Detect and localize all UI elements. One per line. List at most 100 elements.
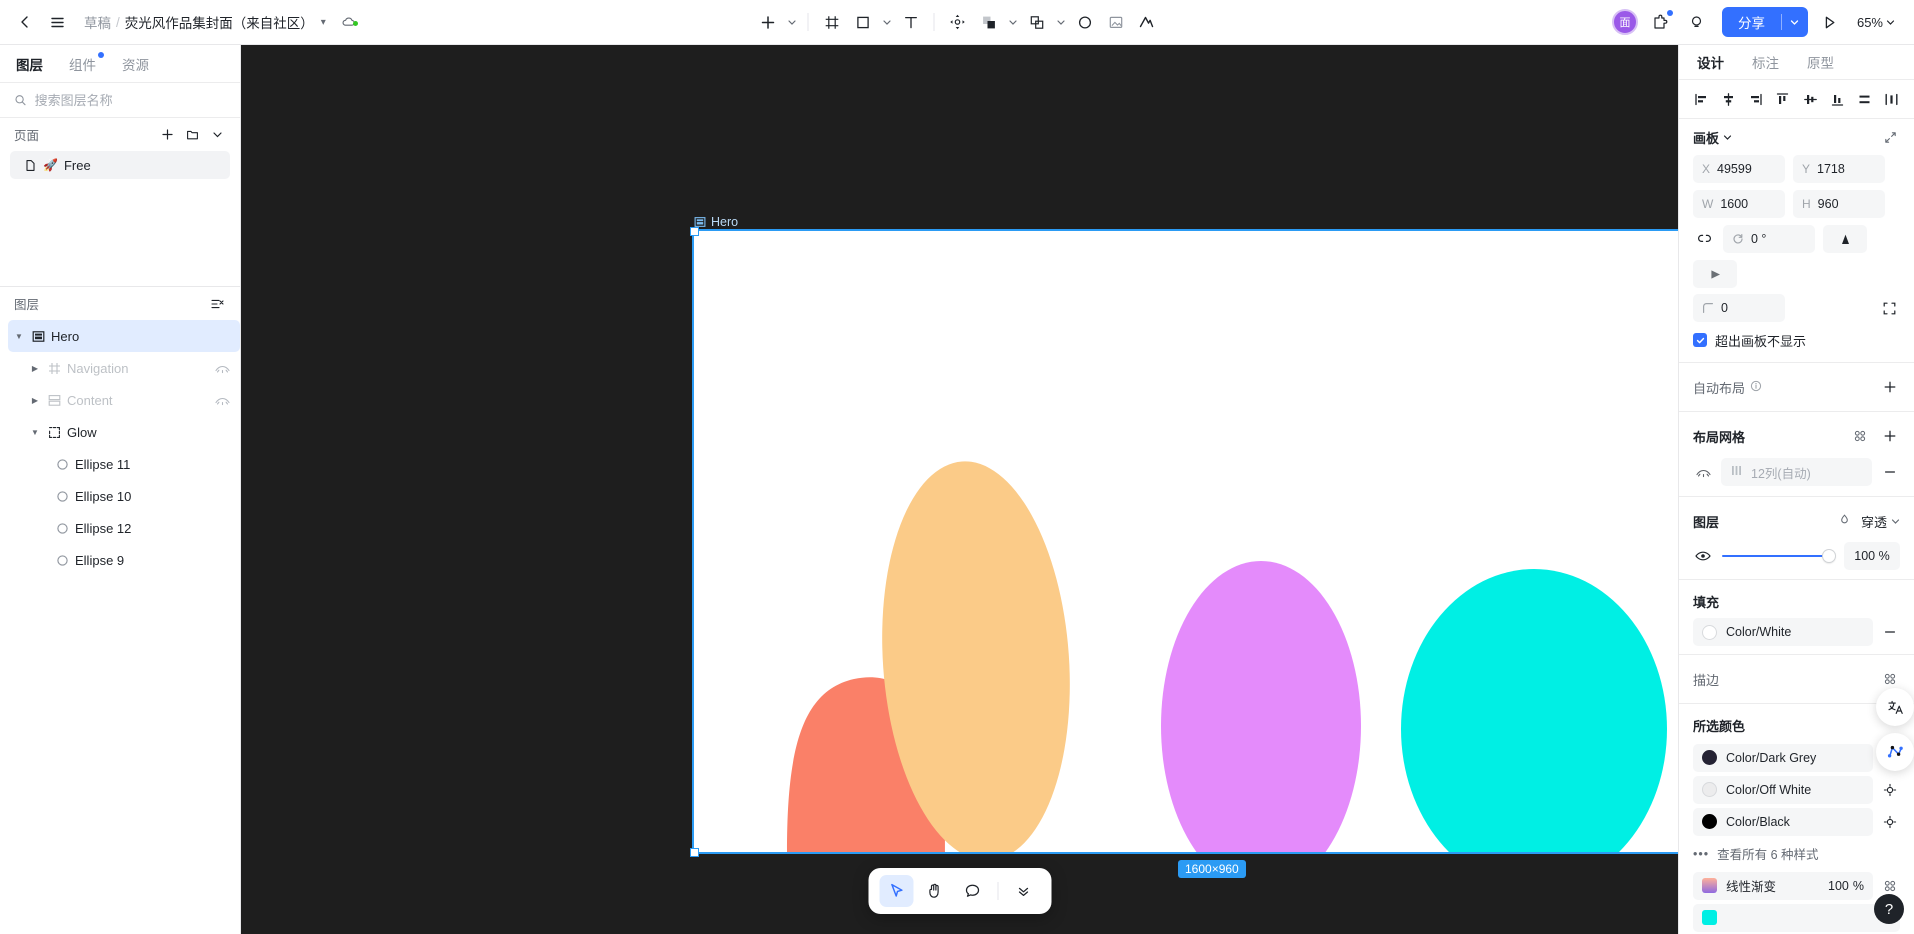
avatar[interactable]: 面 [1611, 9, 1638, 35]
add-chevron-down-icon[interactable] [784, 7, 800, 37]
share-button[interactable]: 分享 [1722, 7, 1781, 37]
back-icon[interactable] [10, 7, 40, 37]
expand-arrow-icon[interactable]: ▼ [28, 428, 42, 437]
page-item-free[interactable]: 🚀 Free [10, 151, 230, 179]
canvas-viewport[interactable]: Hero 1600×960 [241, 45, 1678, 934]
share-chevron-down-icon[interactable] [1782, 7, 1808, 37]
selection-handle-top-left[interactable] [690, 227, 699, 236]
target-icon[interactable] [1880, 812, 1900, 832]
artboard-label[interactable]: Hero [694, 215, 738, 229]
breadcrumb-file-name[interactable]: 荧光风作品集封面（来自社区） [125, 12, 314, 32]
hidden-eye-icon[interactable] [215, 395, 230, 406]
search-input[interactable] [34, 92, 226, 108]
apply-style-icon[interactable] [1880, 669, 1900, 689]
frame-icon[interactable] [817, 7, 847, 37]
blend-mode-control[interactable]: 穿透 [1838, 512, 1900, 531]
boolean-chevron-down-icon[interactable] [1053, 7, 1069, 37]
add-icon[interactable] [753, 7, 783, 37]
flip-vertical-icon[interactable] [1693, 260, 1737, 289]
cursor-select-tool[interactable] [879, 875, 913, 907]
align-left-icon[interactable] [1690, 88, 1712, 110]
tab-components[interactable]: 组件 [69, 51, 104, 74]
tab-annotate[interactable]: 标注 [1752, 52, 1779, 72]
tab-design[interactable]: 设计 [1697, 52, 1724, 72]
expand-collapse-icon[interactable] [1880, 127, 1900, 147]
independent-corners-icon[interactable] [1878, 294, 1900, 322]
w-field[interactable]: W 1600 [1693, 190, 1785, 219]
h-field[interactable]: H 960 [1793, 190, 1885, 219]
layer-row-content[interactable]: ▶ Content [8, 384, 240, 416]
rotation-field[interactable]: 0 ° [1723, 225, 1815, 254]
expand-arrow-icon[interactable]: ▼ [12, 332, 26, 341]
layer-row-navigation[interactable]: ▶ Navigation [8, 352, 240, 384]
opacity-slider-knob[interactable] [1823, 550, 1835, 563]
hidden-eye-icon[interactable] [215, 363, 230, 374]
artboard-hero[interactable] [692, 229, 1678, 854]
hand-pan-tool[interactable] [917, 875, 951, 907]
text-tool-icon[interactable] [896, 7, 926, 37]
new-folder-icon[interactable] [181, 124, 203, 146]
add-page-icon[interactable] [156, 124, 178, 146]
opacity-value[interactable]: 100 % [1844, 542, 1900, 571]
clip-content-checkbox[interactable] [1693, 333, 1707, 348]
add-grid-icon[interactable] [1880, 426, 1900, 446]
grid-value-field[interactable]: 12列(自动) [1721, 458, 1872, 487]
add-autolayout-icon[interactable] [1880, 377, 1900, 397]
ai-magic-icon[interactable] [1132, 7, 1162, 37]
tab-layers[interactable]: 图层 [16, 54, 43, 74]
more-tools-chevron[interactable] [1006, 875, 1040, 907]
view-all-styles-row[interactable]: ••• 查看所有 6 种样式 [1693, 838, 1900, 870]
align-horizontal-center-icon[interactable] [1717, 88, 1739, 110]
tab-resources[interactable]: 资源 [122, 54, 149, 74]
expand-arrow-icon[interactable]: ▶ [28, 396, 42, 405]
selection-handle-bottom-left[interactable] [690, 848, 699, 857]
chevron-down-icon[interactable]: ▾ [321, 17, 326, 28]
shape-chevron-down-icon[interactable] [879, 7, 895, 37]
align-right-icon[interactable] [1745, 88, 1767, 110]
filter-layers-icon[interactable] [206, 293, 228, 315]
apply-style-icon[interactable] [1880, 876, 1900, 896]
color-pill-dark-grey[interactable]: Color/Dark Grey [1693, 743, 1873, 772]
play-present-icon[interactable] [1815, 7, 1845, 37]
x-field[interactable]: X 49599 [1693, 155, 1785, 184]
color-pill-cyan[interactable] [1693, 903, 1900, 932]
layer-row-ellipse-12[interactable]: Ellipse 12 [8, 512, 240, 544]
image-icon[interactable] [1101, 7, 1131, 37]
y-field[interactable]: Y 1718 [1793, 155, 1885, 184]
help-button[interactable]: ? [1874, 894, 1904, 924]
hamburger-menu-icon[interactable] [42, 7, 72, 37]
align-bottom-icon[interactable] [1826, 88, 1848, 110]
move-transform-icon[interactable] [943, 7, 973, 37]
fill-swatch-white[interactable]: Color/White [1693, 618, 1873, 647]
zoom-level-control[interactable]: 65% [1852, 11, 1900, 34]
expand-arrow-icon[interactable]: ▶ [28, 364, 42, 373]
info-circle-icon[interactable] [1750, 380, 1762, 395]
ellipse-icon[interactable] [1070, 7, 1100, 37]
section-board-title-wrap[interactable]: 画板 [1693, 128, 1732, 147]
comment-tool[interactable] [955, 875, 989, 907]
layer-row-ellipse-10[interactable]: Ellipse 10 [8, 480, 240, 512]
corner-radius-field[interactable]: 0 [1693, 294, 1785, 323]
layer-row-ellipse-9[interactable]: Ellipse 9 [8, 544, 240, 576]
component-icon[interactable] [974, 7, 1004, 37]
breadcrumb-root[interactable]: 草稿 [84, 12, 111, 32]
layer-row-hero[interactable]: ▼ Hero [8, 320, 240, 352]
distribute-horizontal-icon[interactable] [1881, 88, 1903, 110]
chevron-down-icon[interactable] [1723, 133, 1732, 142]
tab-prototype[interactable]: 原型 [1807, 52, 1834, 72]
target-icon[interactable] [1880, 780, 1900, 800]
link-ratio-icon[interactable] [1693, 225, 1715, 253]
component-chevron-down-icon[interactable] [1005, 7, 1021, 37]
layer-row-ellipse-11[interactable]: Ellipse 11 [8, 448, 240, 480]
remove-grid-icon[interactable] [1880, 462, 1900, 482]
eye-visible-icon[interactable] [1693, 546, 1713, 566]
hidden-eye-icon[interactable] [1693, 462, 1713, 482]
boolean-ops-icon[interactable] [1022, 7, 1052, 37]
plugin-icon[interactable] [1645, 7, 1675, 37]
align-top-icon[interactable] [1772, 88, 1794, 110]
clip-content-row[interactable]: 超出画板不显示 [1693, 324, 1900, 356]
gradient-pill[interactable]: 线性渐变 100 % [1693, 871, 1873, 900]
opacity-slider[interactable] [1722, 549, 1835, 563]
align-vertical-center-icon[interactable] [1799, 88, 1821, 110]
lightbulb-icon[interactable] [1682, 7, 1712, 37]
